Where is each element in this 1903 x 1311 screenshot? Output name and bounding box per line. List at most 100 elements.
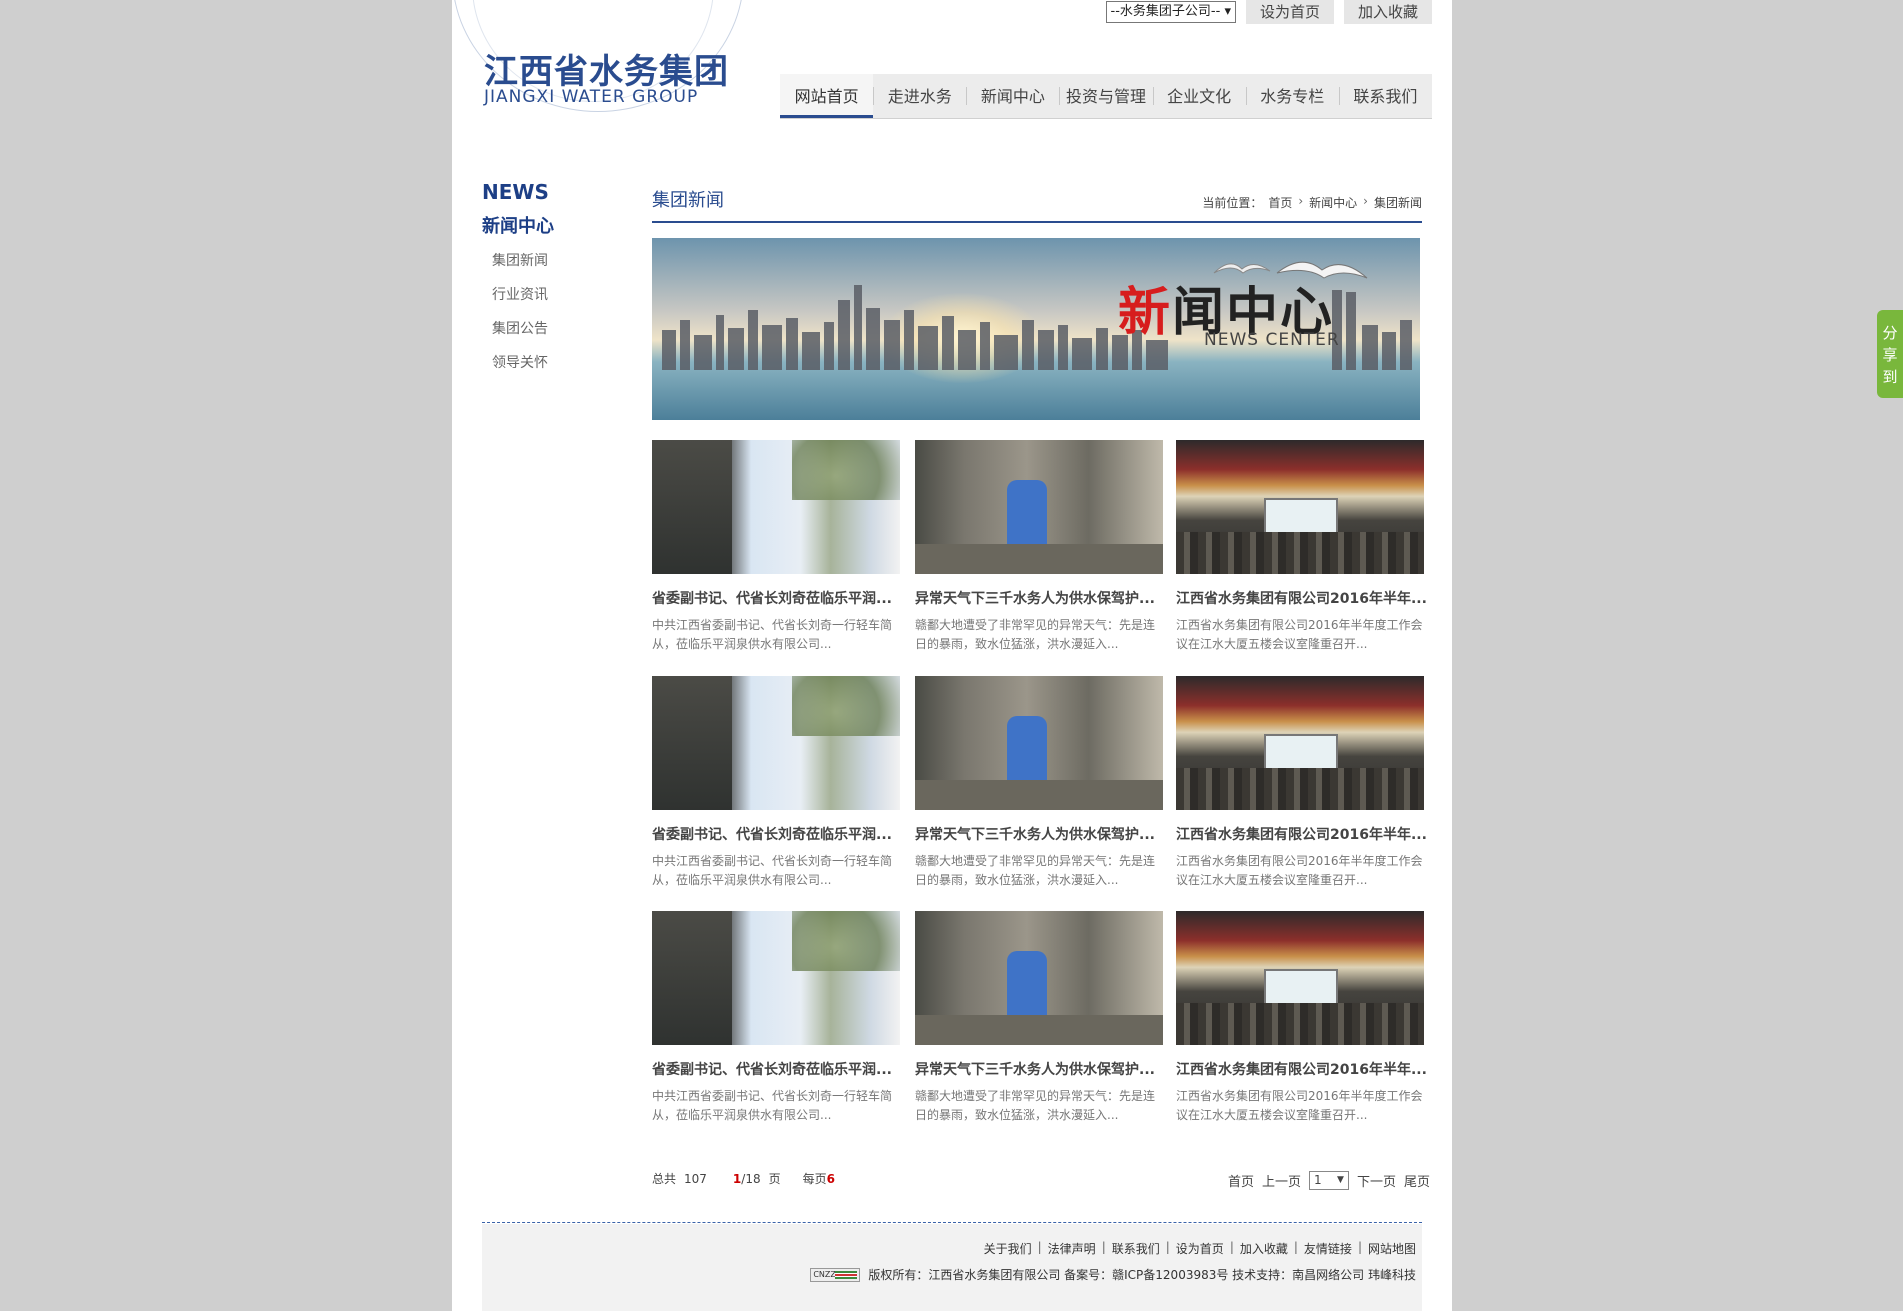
news-card[interactable]: 江西省水务集团有限公司2016年半年... 江西省水务集团有限公司2016年半年…: [1176, 676, 1426, 890]
news-title[interactable]: 省委副书记、代省长刘奇莅临乐平润...: [652, 824, 902, 844]
breadcrumb-news-center[interactable]: 新闻中心: [1309, 194, 1357, 211]
news-title[interactable]: 异常天气下三千水务人为供水保驾护...: [915, 1059, 1165, 1079]
page-title: 集团新闻: [652, 190, 724, 211]
page: 江西省水务集团 JIANGXI WATER GROUP --水务集团子公司-- …: [452, 0, 1452, 1311]
footer-link-sitemap[interactable]: 网站地图: [1368, 1240, 1416, 1257]
chevron-down-icon: ▼: [1337, 1175, 1344, 1185]
news-thumbnail[interactable]: [915, 676, 1163, 810]
news-title[interactable]: 江西省水务集团有限公司2016年半年...: [1176, 1059, 1426, 1079]
cnzz-bars-icon: [835, 1270, 858, 1279]
news-title[interactable]: 异常天气下三千水务人为供水保驾护...: [915, 588, 1165, 608]
banner-title-red: 新: [1118, 283, 1173, 343]
footer-links: 关于我们 | 法律声明 | 联系我们 | 设为首页 | 加入收藏 | 友情链接 | 网站地图: [984, 1240, 1416, 1257]
pager-prev-link[interactable]: 上一页: [1262, 1171, 1301, 1190]
pager-next-link[interactable]: 下一页: [1357, 1171, 1396, 1190]
news-title[interactable]: 江西省水务集团有限公司2016年半年...: [1176, 824, 1426, 844]
footer-link-favorite[interactable]: 加入收藏: [1240, 1240, 1288, 1257]
sidebar-menu: 集团新闻 行业资讯 集团公告 领导关怀: [492, 250, 548, 386]
news-summary: 江西省水务集团有限公司2016年半年度工作会议在江水大厦五楼会议室隆重召开...: [1176, 1089, 1423, 1122]
news-card[interactable]: 省委副书记、代省长刘奇莅临乐平润... 中共江西省委副书记、代省长刘奇一行轻车简…: [652, 440, 900, 654]
news-card[interactable]: 省委副书记、代省长刘奇莅临乐平润... 中共江西省委副书记、代省长刘奇一行轻车简…: [652, 911, 900, 1125]
news-summary: 江西省水务集团有限公司2016年半年度工作会议在江水大厦五楼会议室隆重召开...: [1176, 618, 1423, 651]
nav-item-water-column[interactable]: 水务专栏: [1245, 74, 1339, 118]
share-side-button[interactable]: 分享到: [1877, 310, 1903, 398]
sidebar-title-cn: 新闻中心: [482, 216, 554, 237]
footer: 关于我们 | 法律声明 | 联系我们 | 设为首页 | 加入收藏 | 友情链接 | 网站地图…: [482, 1224, 1422, 1311]
news-summary: 中共江西省委副书记、代省长刘奇一行轻车简从，莅临乐平润泉供水有限公司...: [652, 618, 893, 651]
footer-link-legal[interactable]: 法律声明: [1048, 1240, 1096, 1257]
news-title[interactable]: 江西省水务集团有限公司2016年半年...: [1176, 588, 1426, 608]
subsidiary-select-value: --水务集团子公司--: [1110, 4, 1221, 19]
news-title[interactable]: 省委副书记、代省长刘奇莅临乐平润...: [652, 588, 902, 608]
banner-subtitle: NEWS CENTER: [1204, 330, 1340, 350]
nav-item-news[interactable]: 新闻中心: [966, 74, 1059, 118]
news-thumbnail[interactable]: [652, 440, 900, 574]
news-card[interactable]: 江西省水务集团有限公司2016年半年... 江西省水务集团有限公司2016年半年…: [1176, 440, 1426, 654]
logo-text-cn[interactable]: 江西省水务集团: [484, 44, 729, 93]
news-summary: 赣鄱大地遭受了非常罕见的异常天气：先是连日的暴雨，致水位猛涨，洪水漫延入...: [915, 618, 1156, 651]
footer-link-about[interactable]: 关于我们: [984, 1240, 1032, 1257]
news-thumbnail[interactable]: [1176, 440, 1424, 574]
news-card[interactable]: 省委副书记、代省长刘奇莅临乐平润... 中共江西省委副书记、代省长刘奇一行轻车简…: [652, 676, 900, 890]
nav-item-home[interactable]: 网站首页: [780, 74, 874, 118]
news-thumbnail[interactable]: [1176, 911, 1424, 1045]
news-summary: 赣鄱大地遭受了非常罕见的异常天气：先是连日的暴雨，致水位猛涨，洪水漫延入...: [915, 854, 1156, 887]
copyright-row: CNZZ 版权所有：江西省水务集团有限公司 备案号：赣ICP备12003983号…: [810, 1266, 1416, 1283]
chevron-right-icon: ›: [1298, 194, 1304, 208]
set-home-button[interactable]: 设为首页: [1245, 0, 1334, 24]
cnzz-label: CNZZ: [813, 1269, 836, 1279]
breadcrumb-home[interactable]: 首页: [1268, 194, 1292, 211]
footer-link-set-home[interactable]: 设为首页: [1176, 1240, 1224, 1257]
news-summary: 中共江西省委副书记、代省长刘奇一行轻车简从，莅临乐平润泉供水有限公司...: [652, 1089, 893, 1122]
news-thumbnail[interactable]: [1176, 676, 1424, 810]
nav-item-about[interactable]: 走进水务: [873, 74, 966, 118]
footer-link-friends[interactable]: 友情链接: [1304, 1240, 1352, 1257]
footer-divider: [482, 1222, 1422, 1223]
cnzz-stats-badge[interactable]: CNZZ: [810, 1267, 861, 1282]
nav-item-investment[interactable]: 投资与管理: [1059, 74, 1152, 118]
breadcrumb-prefix: 当前位置：: [1202, 196, 1263, 210]
breadcrumb: 当前位置： 首页 › 新闻中心 › 集团新闻: [1202, 194, 1422, 211]
page-select[interactable]: 1 ▼: [1308, 1171, 1349, 1190]
news-thumbnail[interactable]: [915, 911, 1163, 1045]
news-card[interactable]: 异常天气下三千水务人为供水保驾护... 赣鄱大地遭受了非常罕见的异常天气：先是连…: [915, 676, 1163, 890]
pager-total-label: 总共: [652, 1172, 677, 1186]
news-title[interactable]: 异常天气下三千水务人为供水保驾护...: [915, 824, 1165, 844]
separator: |: [1037, 1240, 1042, 1254]
sidebar-item-industry-news[interactable]: 行业资讯: [492, 284, 548, 318]
top-bar: --水务集团子公司-- ▾ 设为首页 加入收藏: [1105, 0, 1432, 24]
news-summary: 赣鄱大地遭受了非常罕见的异常天气：先是连日的暴雨，致水位猛涨，洪水漫延入...: [915, 1089, 1156, 1122]
news-thumbnail[interactable]: [652, 911, 900, 1045]
sidebar-item-announcements[interactable]: 集团公告: [492, 318, 548, 352]
add-favorite-button[interactable]: 加入收藏: [1343, 0, 1432, 24]
chevron-down-icon: ▾: [1224, 4, 1231, 19]
main-nav: 网站首页 走进水务 新闻中心 投资与管理 企业文化 水务专栏 联系我们: [780, 74, 1432, 119]
pager-summary: 总共 107 1/18 页 每页6: [652, 1170, 835, 1187]
sidebar-title-en: NEWS: [482, 180, 549, 204]
news-summary: 中共江西省委副书记、代省长刘奇一行轻车简从，莅临乐平润泉供水有限公司...: [652, 854, 893, 887]
nav-item-contact[interactable]: 联系我们: [1338, 74, 1432, 118]
logo-text-en[interactable]: JIANGXI WATER GROUP: [484, 87, 698, 107]
separator: |: [1229, 1240, 1234, 1254]
news-card[interactable]: 江西省水务集团有限公司2016年半年... 江西省水务集团有限公司2016年半年…: [1176, 911, 1426, 1125]
share-label: 分享到: [1882, 324, 1898, 386]
pager-last-link[interactable]: 尾页: [1404, 1171, 1430, 1190]
pager-per-page-label: 每页: [802, 1172, 827, 1186]
sidebar-item-leadership[interactable]: 领导关怀: [492, 352, 548, 386]
sidebar-item-group-news[interactable]: 集团新闻: [492, 250, 548, 284]
news-title[interactable]: 省委副书记、代省长刘奇莅临乐平润...: [652, 1059, 902, 1079]
news-thumbnail[interactable]: [915, 440, 1163, 574]
nav-item-culture[interactable]: 企业文化: [1152, 74, 1246, 118]
copyright-text: 版权所有：江西省水务集团有限公司 备案号：赣ICP备12003983号 技术支持…: [868, 1268, 1416, 1282]
footer-link-contact[interactable]: 联系我们: [1112, 1240, 1160, 1257]
news-thumbnail[interactable]: [652, 676, 900, 810]
news-card[interactable]: 异常天气下三千水务人为供水保驾护... 赣鄱大地遭受了非常罕见的异常天气：先是连…: [915, 911, 1163, 1125]
separator: |: [1165, 1240, 1170, 1254]
news-center-banner: 新闻中心 NEWS CENTER: [652, 238, 1420, 420]
pager-first-link[interactable]: 首页: [1228, 1171, 1254, 1190]
news-card[interactable]: 异常天气下三千水务人为供水保驾护... 赣鄱大地遭受了非常罕见的异常天气：先是连…: [915, 440, 1163, 654]
breadcrumb-group-news[interactable]: 集团新闻: [1374, 194, 1422, 211]
subsidiary-select[interactable]: --水务集团子公司-- ▾: [1105, 1, 1236, 23]
news-summary: 江西省水务集团有限公司2016年半年度工作会议在江水大厦五楼会议室隆重召开...: [1176, 854, 1423, 887]
pager-controls: 首页 上一页 1 ▼ 下一页 尾页: [1228, 1171, 1430, 1190]
